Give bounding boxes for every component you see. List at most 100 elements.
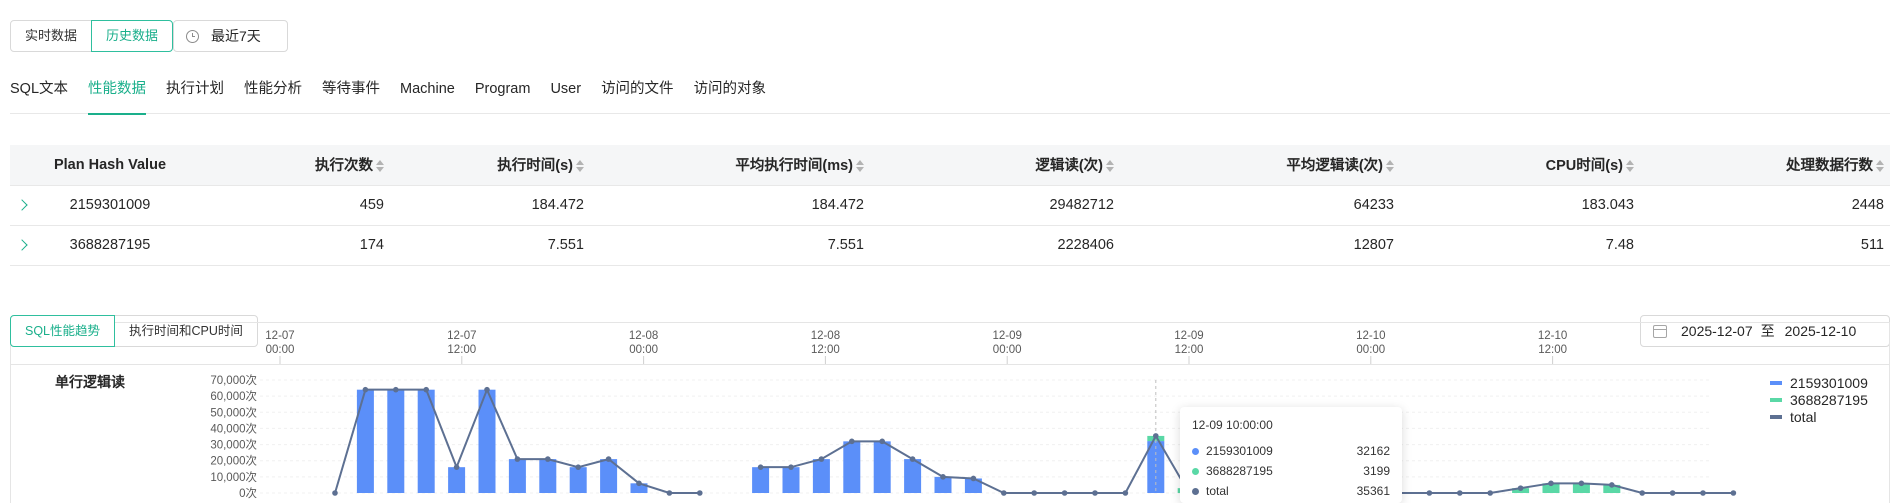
total-point	[362, 386, 369, 393]
total-point	[453, 464, 460, 470]
total-point	[1609, 482, 1615, 488]
x-axis-date-label: 12-10	[1356, 330, 1385, 342]
time-range-label: 最近7天	[211, 28, 261, 44]
total-point	[332, 490, 338, 496]
tab-execution-plan[interactable]: 执行计划	[166, 68, 224, 114]
logical-read-chart: 12-07 00:00 12-07 12:00 12-08 00:00 12-08 12:00…	[10, 322, 1890, 503]
detail-tabs: SQL文本 性能数据 执行计划 性能分析 等待事件 Machine Progra…	[10, 68, 1890, 115]
tab-accessed-files[interactable]: 访问的文件	[601, 68, 674, 114]
x-axis-time-label: 00:00	[629, 344, 658, 356]
expand-row-button[interactable]	[10, 185, 50, 226]
y-tick-label: 60,000次	[210, 389, 257, 403]
sort-icon	[1106, 160, 1114, 173]
column-header-sortable[interactable]: CPU时间(s)	[1400, 145, 1640, 186]
total-point	[514, 456, 521, 462]
x-axis-date-label: 12-07	[265, 330, 294, 342]
chart-tooltip: 12-09 10:00:00 2159301009 32162 36882871…	[1180, 407, 1402, 503]
total-point	[849, 438, 855, 445]
tab-machine[interactable]: Machine	[400, 68, 455, 114]
total-point	[666, 490, 673, 496]
history-data-button[interactable]: 历史数据	[91, 20, 174, 52]
series-dot	[1192, 467, 1199, 475]
total-point	[879, 438, 885, 445]
chevron-right-icon	[16, 239, 28, 251]
sort-icon	[376, 160, 384, 173]
chart-legend: 2159301009 3688287195 total	[1770, 374, 1868, 425]
series-dot	[1192, 447, 1199, 455]
total-point	[1700, 490, 1706, 496]
total-point	[484, 386, 490, 393]
y-tick-label: 30,000次	[210, 438, 257, 452]
legend-item[interactable]: total	[1770, 408, 1868, 425]
legend-item[interactable]: 2159301009	[1770, 374, 1868, 391]
total-point	[788, 464, 794, 470]
tab-performance-data[interactable]: 性能数据	[88, 68, 147, 115]
sort-icon	[1386, 160, 1394, 173]
total-point	[1487, 490, 1493, 496]
plan-performance-table: Plan Hash Value 执行次数 执行时间(s) 平均执行时间(ms) …	[10, 145, 1890, 266]
tab-accessed-objects[interactable]: 访问的对象	[694, 68, 767, 114]
total-point	[575, 464, 581, 470]
chevron-right-icon	[16, 199, 28, 211]
table-cell: 7.551	[590, 225, 870, 266]
tab-performance-analysis[interactable]: 性能分析	[244, 68, 302, 114]
total-point	[757, 464, 764, 470]
bar-series-2159301009	[539, 459, 557, 493]
column-header-sortable[interactable]: 平均执行时间(ms)	[590, 145, 870, 186]
bar-series-2159301009	[356, 389, 374, 493]
bar-series-2159301009	[508, 459, 526, 493]
total-point	[1153, 433, 1159, 439]
clock-icon	[186, 29, 199, 43]
table-cell: 2448	[1640, 185, 1890, 226]
table-cell: 184.472	[390, 185, 590, 226]
sort-icon	[856, 160, 864, 173]
bar-series-2159301009	[843, 441, 861, 493]
column-header-sortable[interactable]: 执行次数	[170, 145, 390, 186]
column-header-sortable[interactable]: 处理数据行数	[1640, 145, 1890, 186]
table-cell: 174	[170, 225, 390, 266]
table-cell: 29482712	[870, 185, 1120, 226]
tab-user[interactable]: User	[550, 68, 581, 114]
column-header-sortable[interactable]: 执行时间(s)	[390, 145, 590, 186]
y-tick-label: 0次	[239, 486, 257, 500]
x-axis-time-label: 12:00	[447, 344, 476, 356]
tab-program[interactable]: Program	[475, 68, 531, 114]
tab-wait-events[interactable]: 等待事件	[322, 68, 380, 114]
table-cell: 183.043	[1400, 185, 1640, 226]
total-point	[1061, 490, 1068, 496]
total-point	[940, 474, 946, 480]
column-header-sortable[interactable]: 逻辑读(次)	[870, 145, 1120, 186]
total-point	[1092, 490, 1098, 496]
realtime-data-button[interactable]: 实时数据	[10, 20, 93, 52]
legend-swatch	[1770, 380, 1782, 385]
table-cell: 12807	[1120, 225, 1400, 266]
sql-trend-button[interactable]: SQL性能趋势	[10, 315, 116, 347]
table-cell: 184.472	[590, 185, 870, 226]
x-axis-date-label: 12-09	[992, 330, 1021, 342]
total-point	[393, 386, 399, 393]
x-axis-date-label: 12-09	[1174, 330, 1203, 342]
tooltip-row: total 35361	[1192, 481, 1390, 501]
tab-sql-text[interactable]: SQL文本	[10, 68, 68, 114]
tooltip-title: 12-09 10:00:00	[1192, 418, 1273, 432]
total-point	[423, 386, 430, 393]
y-tick-label: 40,000次	[210, 421, 257, 435]
legend-item[interactable]: 3688287195	[1770, 391, 1868, 408]
x-axis-time-label: 00:00	[993, 344, 1022, 356]
x-axis-date-label: 12-07	[447, 330, 476, 342]
expand-row-button[interactable]	[10, 225, 50, 266]
total-point	[1517, 485, 1524, 491]
bar-series-2159301009	[904, 459, 922, 493]
x-axis-time-label: 00:00	[266, 344, 295, 356]
column-header-sortable[interactable]: 平均逻辑读(次)	[1120, 145, 1400, 186]
x-axis-time-label: 12:00	[1538, 344, 1567, 356]
total-point	[1426, 490, 1433, 496]
total-point	[909, 456, 916, 462]
time-range-select[interactable]: 最近7天	[173, 20, 288, 52]
table-cell: 511	[1640, 225, 1890, 266]
x-axis-time-label: 00:00	[1356, 344, 1385, 356]
total-point	[1548, 480, 1554, 487]
x-axis-time-label: 12:00	[1175, 344, 1204, 356]
table-row: 3688287195 174 7.551 7.551 2228406 12807…	[10, 225, 1890, 266]
total-point	[1669, 490, 1676, 496]
